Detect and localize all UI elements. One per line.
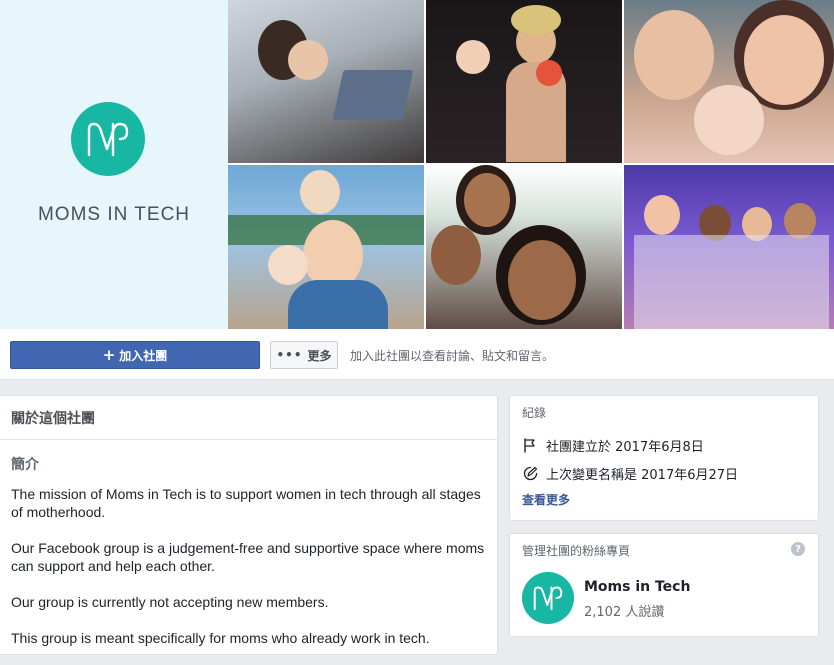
cover-photo-3 <box>624 0 834 163</box>
question-icon[interactable]: ? <box>791 542 805 556</box>
ellipsis-icon: ••• <box>276 348 303 362</box>
cover-photo-2 <box>426 0 622 163</box>
group-history-card: 紀錄 社團建立於 2017年6月8日 上次變更名稱是 2017年6月27日 查看… <box>509 395 819 521</box>
about-group-card: 關於這個社團 簡介 The mission of Moms in Tech is… <box>0 395 498 655</box>
mt-monogram-icon <box>533 586 563 611</box>
about-paragraph: The mission of Moms in Tech is to suppor… <box>11 486 481 520</box>
cover-photo-4 <box>228 165 424 329</box>
about-description: The mission of Moms in Tech is to suppor… <box>11 485 489 665</box>
join-group-label: 加入社團 <box>119 348 168 363</box>
cover-photo-collage <box>228 0 834 329</box>
managing-page-card: 管理社團的粉絲專頁 ? Moms in Tech 2,102 人說讚 <box>509 533 819 637</box>
see-more-link[interactable]: 查看更多 <box>522 491 570 508</box>
about-paragraph: Our Facebook group is a judgement-free a… <box>11 540 485 574</box>
about-card-title: 關於這個社團 <box>0 396 497 440</box>
group-action-bar: + 加入社團 ••• 更多 加入此社團以查看討論、貼文和留言。 <box>0 329 834 380</box>
group-cover: MOMS IN TECH <box>0 0 834 329</box>
managing-page-heading: 管理社團的粉絲專頁 <box>522 544 631 558</box>
cover-photo-6 <box>624 165 834 329</box>
renamed-date-text: 上次變更名稱是 2017年6月27日 <box>546 468 739 483</box>
renamed-date-row: 上次變更名稱是 2017年6月27日 <box>522 464 738 483</box>
cover-photo-1 <box>228 0 424 163</box>
mt-monogram-icon <box>87 122 129 157</box>
page-avatar[interactable] <box>522 572 574 624</box>
join-group-button[interactable]: + 加入社團 <box>10 341 260 369</box>
about-subtitle: 簡介 <box>11 457 39 473</box>
cover-brand-panel: MOMS IN TECH <box>0 0 228 329</box>
about-paragraph: Our group is currently not accepting new… <box>11 594 329 610</box>
about-paragraph: This group is meant specifically for mom… <box>11 630 430 646</box>
moms-in-tech-logo <box>71 102 145 176</box>
cover-brand-name: MOMS IN TECH <box>37 204 191 225</box>
join-hint-text: 加入此社團以查看討論、貼文和留言。 <box>350 349 555 363</box>
history-heading: 紀錄 <box>522 406 547 420</box>
more-button[interactable]: ••• 更多 <box>270 341 338 369</box>
created-date-text: 社團建立於 2017年6月8日 <box>546 440 704 455</box>
edit-icon <box>522 466 538 482</box>
plus-icon: + <box>102 345 116 364</box>
page-likes-count: 2,102 人說讚 <box>584 605 665 620</box>
flag-icon <box>522 438 538 454</box>
page-name-link[interactable]: Moms in Tech <box>584 579 690 595</box>
created-date-row: 社團建立於 2017年6月8日 <box>522 436 704 455</box>
more-label: 更多 <box>307 348 332 363</box>
cover-photo-5 <box>426 165 622 329</box>
